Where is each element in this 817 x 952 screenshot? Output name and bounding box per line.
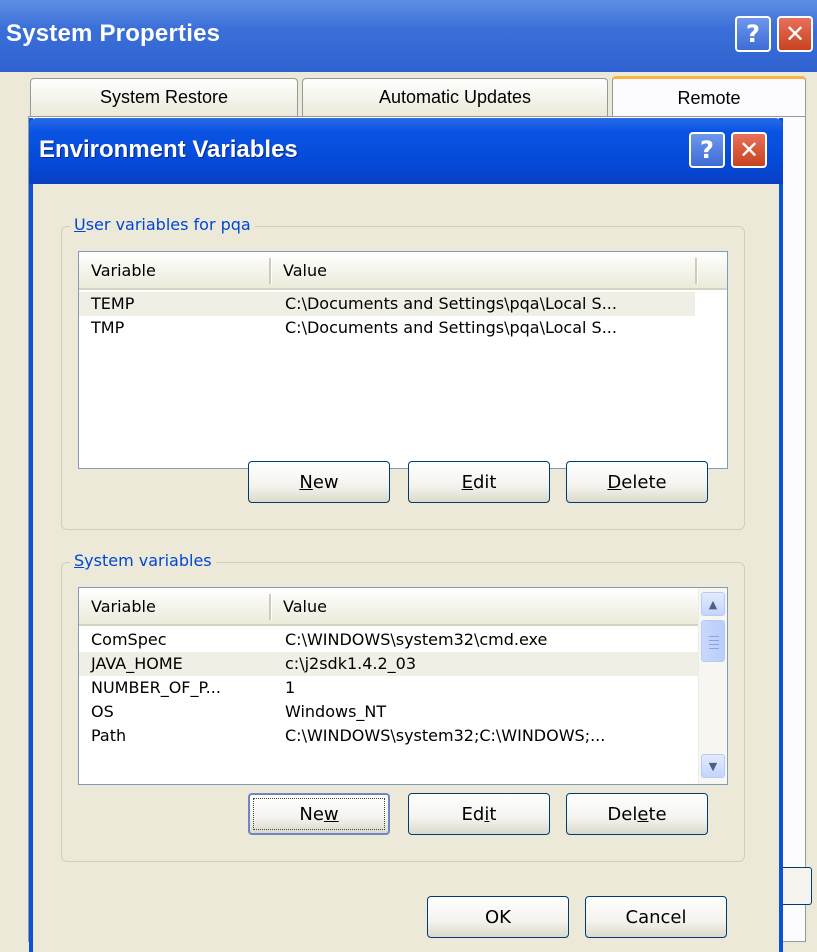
vertical-scrollbar[interactable]: ▲ ▼ xyxy=(698,588,727,784)
variable-cell: JAVA_HOME xyxy=(91,654,183,673)
variable-cell: TEMP xyxy=(91,294,135,313)
button-label: OK xyxy=(485,906,511,928)
cancel-button[interactable]: Cancel xyxy=(585,896,727,938)
value-cell: C:\Documents and Settings\pqa\Local S... xyxy=(285,318,617,337)
list-row[interactable]: TMP C:\Documents and Settings\pqa\Local … xyxy=(79,316,695,340)
user-new-button[interactable]: New xyxy=(248,461,390,503)
environment-variables-dialog: Environment Variables ? ✕ User variables… xyxy=(29,118,783,952)
column-header-variable[interactable]: Variable xyxy=(79,588,269,624)
column-header-value[interactable]: Value xyxy=(271,252,695,288)
list-row[interactable]: OS Windows_NT xyxy=(79,700,699,724)
system-properties-close-button[interactable]: ✕ xyxy=(777,16,813,52)
system-delete-button[interactable]: Delete xyxy=(566,793,708,835)
variable-cell: NUMBER_OF_P... xyxy=(91,678,221,697)
variable-cell: Path xyxy=(91,726,127,745)
user-delete-button[interactable]: Delete xyxy=(566,461,708,503)
button-label: Delete xyxy=(607,803,667,825)
system-properties-hidden-button[interactable] xyxy=(780,867,812,905)
chevron-down-icon: ▼ xyxy=(708,759,718,773)
scroll-down-button[interactable]: ▼ xyxy=(701,754,725,778)
tab-automatic-updates[interactable]: Automatic Updates xyxy=(302,78,608,116)
system-new-button[interactable]: New xyxy=(248,793,390,835)
scroll-up-button[interactable]: ▲ xyxy=(701,592,725,616)
system-properties-help-button[interactable]: ? xyxy=(735,16,771,52)
ok-button[interactable]: OK xyxy=(427,896,569,938)
close-icon: ✕ xyxy=(738,136,760,164)
dialog-title: Environment Variables xyxy=(39,136,298,163)
help-icon: ? xyxy=(746,20,760,48)
button-label: Edit xyxy=(461,803,497,825)
grip-line xyxy=(709,644,719,645)
help-icon: ? xyxy=(700,136,714,164)
system-variables-label: System variables xyxy=(70,551,216,570)
scrollbar-thumb[interactable] xyxy=(701,620,725,662)
button-label: New xyxy=(299,803,339,825)
variable-cell: OS xyxy=(91,702,114,721)
close-icon: ✕ xyxy=(784,20,806,48)
value-cell: c:\j2sdk1.4.2_03 xyxy=(285,654,417,673)
value-cell: C:\WINDOWS\system32;C:\WINDOWS;... xyxy=(285,726,606,745)
list-header: Variable Value xyxy=(79,252,727,290)
value-cell: 1 xyxy=(285,678,296,697)
button-label: Delete xyxy=(607,471,667,493)
variable-cell: TMP xyxy=(91,318,125,337)
user-edit-button[interactable]: Edit xyxy=(408,461,550,503)
value-cell: C:\WINDOWS\system32\cmd.exe xyxy=(285,630,548,649)
chevron-up-icon: ▲ xyxy=(708,597,718,611)
system-variables-group: System variables Variable Value ComSpec … xyxy=(61,551,745,862)
button-label: Edit xyxy=(461,471,497,493)
dialog-close-button[interactable]: ✕ xyxy=(731,132,767,168)
variable-cell: ComSpec xyxy=(91,630,167,649)
column-separator[interactable] xyxy=(695,258,698,284)
value-cell: C:\Documents and Settings\pqa\Local S... xyxy=(285,294,617,313)
list-row[interactable]: JAVA_HOME c:\j2sdk1.4.2_03 xyxy=(79,652,699,676)
grip-line xyxy=(709,636,719,637)
column-header-value[interactable]: Value xyxy=(271,588,695,624)
system-properties-titlebar[interactable]: System Properties ? ✕ xyxy=(0,0,817,72)
user-variables-group: User variables for pqa Variable Value TE… xyxy=(61,215,745,530)
button-label: New xyxy=(299,471,339,493)
dialog-help-button[interactable]: ? xyxy=(689,132,725,168)
system-edit-button[interactable]: Edit xyxy=(408,793,550,835)
tab-system-restore[interactable]: System Restore xyxy=(30,78,298,116)
list-row[interactable]: NUMBER_OF_P... 1 xyxy=(79,676,699,700)
list-row[interactable]: ComSpec C:\WINDOWS\system32\cmd.exe xyxy=(79,628,699,652)
button-label: Cancel xyxy=(625,906,687,928)
value-cell: Windows_NT xyxy=(285,702,387,721)
system-properties-title: System Properties xyxy=(6,20,221,47)
user-variables-label: User variables for pqa xyxy=(70,215,255,234)
user-variables-list[interactable]: Variable Value TEMP C:\Documents and Set… xyxy=(78,251,728,469)
list-header: Variable Value xyxy=(79,588,727,626)
column-header-variable[interactable]: Variable xyxy=(79,252,269,288)
system-variables-list[interactable]: Variable Value ComSpec C:\WINDOWS\system… xyxy=(78,587,728,785)
grip-line xyxy=(709,648,719,649)
tab-remote[interactable]: Remote xyxy=(612,76,806,118)
list-row[interactable]: TEMP C:\Documents and Settings\pqa\Local… xyxy=(79,292,695,316)
environment-variables-titlebar[interactable]: Environment Variables ? ✕ xyxy=(29,118,783,184)
grip-line xyxy=(709,640,719,641)
list-row[interactable]: Path C:\WINDOWS\system32;C:\WINDOWS;... xyxy=(79,724,699,748)
